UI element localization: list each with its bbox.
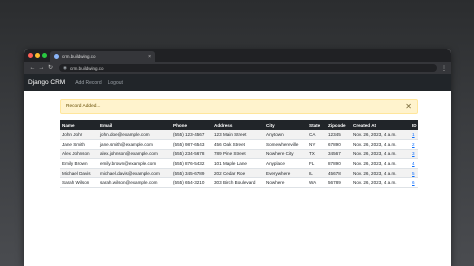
cell-name: Michael Davis [60,168,98,179]
cell-created-at: Nov. 26, 2023, 4 a.m. [351,130,410,141]
cell-created-at: Nov. 26, 2023, 4 a.m. [351,139,410,150]
cell-id[interactable]: 4 [410,158,418,169]
cell-address: 202 Cedar Roe [212,168,264,179]
cell-id[interactable]: 2 [410,139,418,150]
favicon-icon [54,54,59,59]
column-header: City [264,120,307,130]
cell-state: FL [307,158,326,169]
table-row[interactable]: John Johr john.doe@example.com (555) 123-4… [60,130,418,141]
cell-id[interactable]: 5 [410,168,418,179]
cell-zipcode: 67890 [326,139,351,150]
alert-message: Record Added... [66,104,101,109]
cell-state: WA [307,177,326,189]
cell-address: 303 Birch Boulevard [212,177,264,189]
column-header: ID [410,120,418,130]
cell-address: 789 Pine Street [212,149,264,160]
cell-state: TX [307,149,326,160]
cell-state: NY [307,139,326,150]
column-header: Zipcode [326,120,351,130]
column-header: Address [212,120,264,130]
table-row[interactable]: Jane Smith jane.smith@example.com (555) 98… [60,139,418,150]
column-header: Name [60,120,98,130]
cell-name: John Johr [60,130,98,141]
nav-logout-link[interactable]: Logout [108,80,123,86]
table-row[interactable]: Emily Brown emily.brown@example.com (555) … [60,158,418,169]
cell-phone: (555) 234-5678 [171,149,212,160]
column-header: State [307,120,326,130]
table-header-row: Name Email Phone Address City State Zipcode Cre… [60,120,418,130]
cell-name: Alex Johnson [60,149,98,160]
tab-close-icon[interactable]: × [148,54,151,60]
cell-city: Everywhere [264,168,307,179]
browser-menu-icon[interactable]: ⋮ [441,65,447,72]
browser-tab[interactable]: crm.buildwing.co × [50,51,155,62]
cell-phone: (555) 123-4567 [171,130,212,141]
cell-created-at: Nov. 26, 2023, 4 a.m. [351,158,410,169]
table-body: John Johr john.doe@example.com (555) 123-4… [60,130,418,189]
cell-email: john.doe@example.com [98,130,171,141]
table-row[interactable]: Michael Davis michael.davis@example.com (5… [60,168,418,179]
column-header: Phone [171,120,212,130]
cell-created-at: Nov. 26, 2023, 4 a.m. [351,168,410,179]
cell-id[interactable]: 1 [410,130,418,141]
cell-zipcode: 87890 [326,158,351,169]
browser-window: crm.buildwing.co × ← → ↻ ◉ crm.buildwing… [24,49,451,266]
cell-address: 101 Maple Lane [212,158,264,169]
address-text: crm.buildwing.co [69,65,104,71]
cell-city: Nowhere City [264,149,307,160]
brand-link[interactable]: Django CRM [28,79,65,86]
window-minimize-button[interactable] [35,53,40,58]
records-table: Name Email Phone Address City State Zipcode Cre… [60,120,418,189]
tab-title: crm.buildwing.co [62,54,96,59]
cell-zipcode: 12345 [326,130,351,141]
cell-name: Sarah Wilson [60,177,98,189]
window-maximize-button[interactable] [42,53,47,58]
address-bar[interactable]: ◉ crm.buildwing.co [59,64,437,72]
cell-phone: (555) 345-6789 [171,168,212,179]
cell-email: alex.johnson@example.com [98,149,171,160]
cell-city: Anyplace [264,158,307,169]
table-row[interactable]: Sarah Wilson sarah.wilson@example.com (555… [60,177,418,189]
app-navbar: Django CRM Add Record Logout [24,74,451,91]
cell-email: michael.davis@example.com [98,168,171,179]
cell-phone: (555) 987-6543 [171,139,212,150]
cell-name: Emily Brown [60,158,98,169]
back-arrow-icon[interactable]: ← [28,62,37,74]
cell-zipcode: 34567 [326,149,351,160]
reload-icon[interactable]: ↻ [46,62,55,74]
forward-arrow-icon[interactable]: → [37,62,46,74]
cell-created-at: Nov. 26, 2023, 4 a.m. [351,149,410,160]
alert-close-icon[interactable]: ✕ [405,102,412,111]
cell-phone: (555) 876-5432 [171,158,212,169]
window-close-button[interactable] [28,53,33,58]
cell-created-at: Nov. 26, 2023, 4 a.m. [351,177,410,189]
main-content: Record Added... ✕ Name Email Phone Address C… [24,91,451,189]
column-header: Created At [351,120,410,130]
nav-add-record-link[interactable]: Add Record [75,80,101,86]
cell-state: IL [307,168,326,179]
cell-zipcode: 56789 [326,177,351,189]
cell-email: emily.brown@example.com [98,158,171,169]
cell-city: Somewhereville [264,139,307,150]
alert-banner: Record Added... ✕ [60,99,418,114]
cell-address: 123 Main Street [212,130,264,141]
site-info-icon[interactable]: ◉ [63,65,67,71]
cell-city: Nowhere [264,177,307,189]
cell-email: jane.smith@example.com [98,139,171,150]
table-row[interactable]: Alex Johnson alex.johnson@example.com (555… [60,149,418,160]
cell-city: Anytown [264,130,307,141]
cell-id[interactable]: 3 [410,149,418,160]
browser-tab-bar: crm.buildwing.co × [24,49,451,62]
column-header: Email [98,120,171,130]
cell-phone: (555) 654-3210 [171,177,212,189]
cell-name: Jane Smith [60,139,98,150]
cell-id[interactable]: 6 [410,177,418,189]
cell-zipcode: 45678 [326,168,351,179]
cell-state: CA [307,130,326,141]
browser-toolbar: ← → ↻ ◉ crm.buildwing.co ⋮ [24,62,451,74]
cell-email: sarah.wilson@example.com [98,177,171,189]
cell-address: 456 Oak Street [212,139,264,150]
